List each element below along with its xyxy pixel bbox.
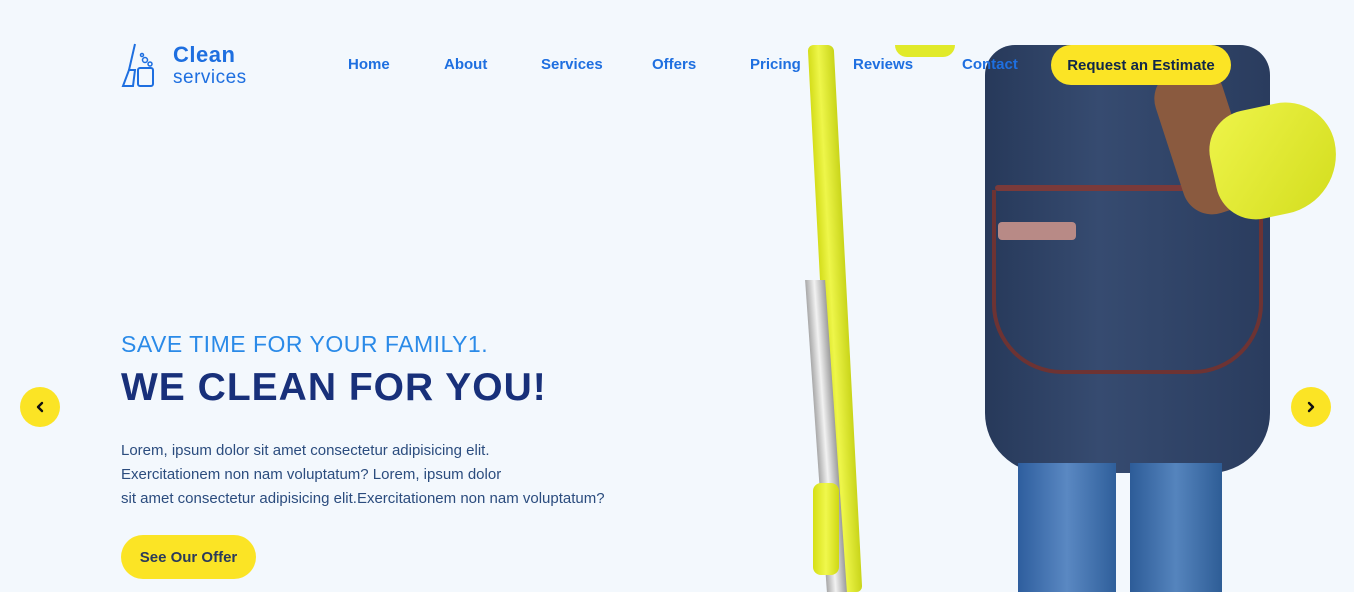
nav-pricing[interactable]: Pricing bbox=[750, 56, 801, 73]
brand-name-line2: services bbox=[173, 66, 247, 88]
apron-pocket bbox=[992, 190, 1263, 374]
chevron-right-icon bbox=[1307, 401, 1315, 413]
carousel-next-button[interactable] bbox=[1291, 387, 1331, 427]
hero-page: Clean services Home About Services Offer… bbox=[0, 0, 1354, 592]
nav-contact[interactable]: Contact bbox=[962, 56, 1018, 73]
hero-description: Lorem, ipsum dolor sit amet consectetur … bbox=[121, 439, 641, 511]
broom-bucket-icon bbox=[121, 43, 154, 87]
see-our-offer-button[interactable]: See Our Offer bbox=[121, 535, 256, 579]
jeans-right-leg bbox=[1130, 463, 1222, 592]
hero-description-line: sit amet consectetur adipisicing elit.Ex… bbox=[121, 490, 605, 507]
chevron-left-icon bbox=[36, 401, 44, 413]
hero-eyebrow: SAVE TIME FOR YOUR FAMILY1. bbox=[121, 331, 489, 357]
nav-reviews[interactable]: Reviews bbox=[853, 56, 913, 73]
jeans-left-leg bbox=[1018, 463, 1116, 592]
carousel-prev-button[interactable] bbox=[20, 387, 60, 427]
cleaner-with-mop-photo bbox=[800, 45, 1354, 592]
mop-grip bbox=[813, 483, 839, 575]
hero-headline: WE CLEAN FOR YOU! bbox=[121, 366, 547, 409]
brand-name: Clean services bbox=[173, 41, 247, 88]
nav-services[interactable]: Services bbox=[541, 56, 603, 73]
brand-name-line1: Clean bbox=[173, 41, 236, 67]
hero-description-line: Exercitationem non nam voluptatum? Lorem… bbox=[121, 466, 502, 483]
nav-about[interactable]: About bbox=[444, 56, 487, 73]
hero-description-line: Lorem, ipsum dolor sit amet consectetur … bbox=[121, 442, 490, 459]
brand-logo[interactable]: Clean services bbox=[121, 42, 247, 88]
nav-offers[interactable]: Offers bbox=[652, 56, 696, 73]
apron-tag bbox=[998, 222, 1076, 240]
nav-home[interactable]: Home bbox=[348, 56, 390, 73]
request-estimate-button[interactable]: Request an Estimate bbox=[1051, 45, 1231, 85]
